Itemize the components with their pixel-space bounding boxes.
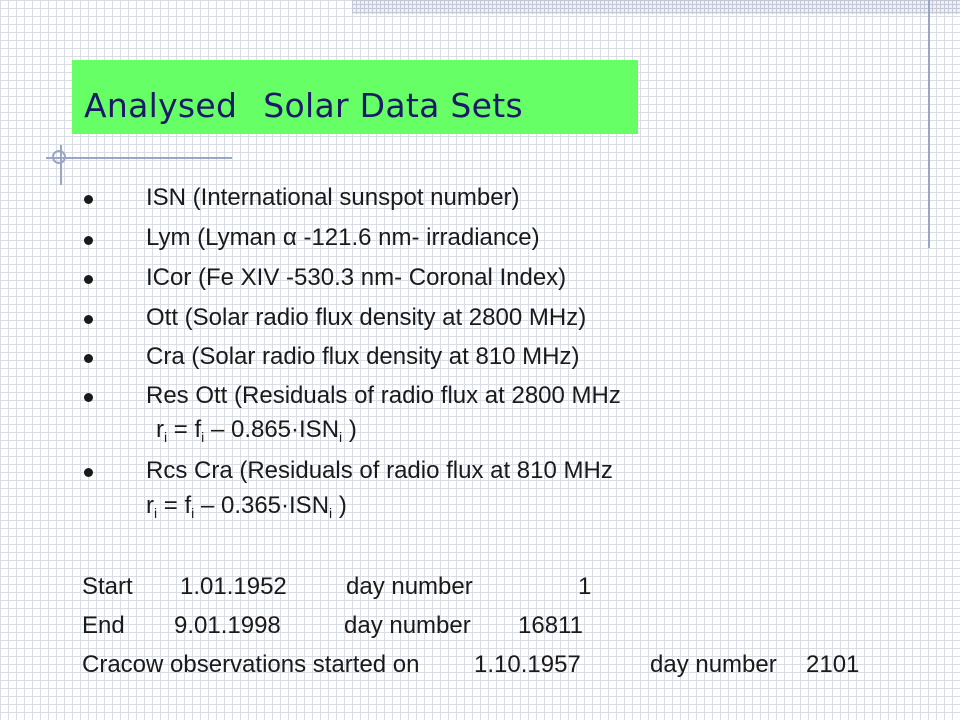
bullet-dot xyxy=(84,236,93,245)
bullet-isn: ISN (International sunspot number) xyxy=(146,184,520,211)
end-date: 9.01.1998 xyxy=(174,612,281,639)
start-date: 1.01.1952 xyxy=(180,573,287,600)
right-vertical-rule xyxy=(928,0,930,248)
formula-eq: = f xyxy=(157,492,192,519)
bullet-dot xyxy=(84,195,93,204)
formula-eq: = f xyxy=(167,416,202,443)
bullet-ott: Ott (Solar radio flux density at 2800 MH… xyxy=(146,304,587,331)
cracow-label: Cracow observations started on xyxy=(82,651,420,678)
start-day-number: 1 xyxy=(578,573,592,600)
end-label: End xyxy=(82,612,125,639)
bullet-dot xyxy=(84,315,93,324)
formula-rcs-cra: ri = fi – 0.365·ISNi ) xyxy=(146,492,347,521)
formula-end: ) xyxy=(342,416,357,443)
end-day-number-label: day number xyxy=(344,612,471,639)
title-word-2: Solar Data Sets xyxy=(263,86,524,125)
bullet-dot xyxy=(84,354,93,363)
cracow-day-number: 2101 xyxy=(806,651,860,678)
title-word-1: Analysed xyxy=(84,86,238,125)
bullet-lym: Lym (Lyman α -121.6 nm- irradiance) xyxy=(146,224,540,251)
bullet-res-ott: Res Ott (Residuals of radio flux at 2800… xyxy=(146,382,621,409)
formula-res-ott: ri = fi – 0.865·ISNi ) xyxy=(156,416,357,445)
slide-title: Analysed Solar Data Sets xyxy=(84,86,523,125)
start-label: Start xyxy=(82,573,133,600)
corner-horizontal-rule xyxy=(46,157,232,159)
bullet-icor: ICor (Fe XIV -530.3 nm- Coronal Index) xyxy=(146,264,567,291)
cracow-date: 1.10.1957 xyxy=(474,651,581,678)
formula-r: r xyxy=(146,492,154,519)
cracow-day-number-label: day number xyxy=(650,651,777,678)
bullet-dot xyxy=(84,393,93,402)
bullet-dot xyxy=(84,275,93,284)
corner-ring-ornament xyxy=(52,150,66,164)
formula-end: ) xyxy=(332,492,347,519)
start-day-number-label: day number xyxy=(346,573,473,600)
formula-mid: – 0.365·ISN xyxy=(194,492,330,519)
bullet-cra: Cra (Solar radio flux density at 810 MHz… xyxy=(146,343,580,370)
end-day-number: 16811 xyxy=(518,612,583,639)
bullet-dot xyxy=(84,468,93,477)
top-pattern-band xyxy=(352,0,960,14)
formula-r: r xyxy=(156,416,164,443)
formula-mid: – 0.865·ISN xyxy=(204,416,340,443)
bullet-rcs-cra: Rcs Cra (Residuals of radio flux at 810 … xyxy=(146,457,613,484)
